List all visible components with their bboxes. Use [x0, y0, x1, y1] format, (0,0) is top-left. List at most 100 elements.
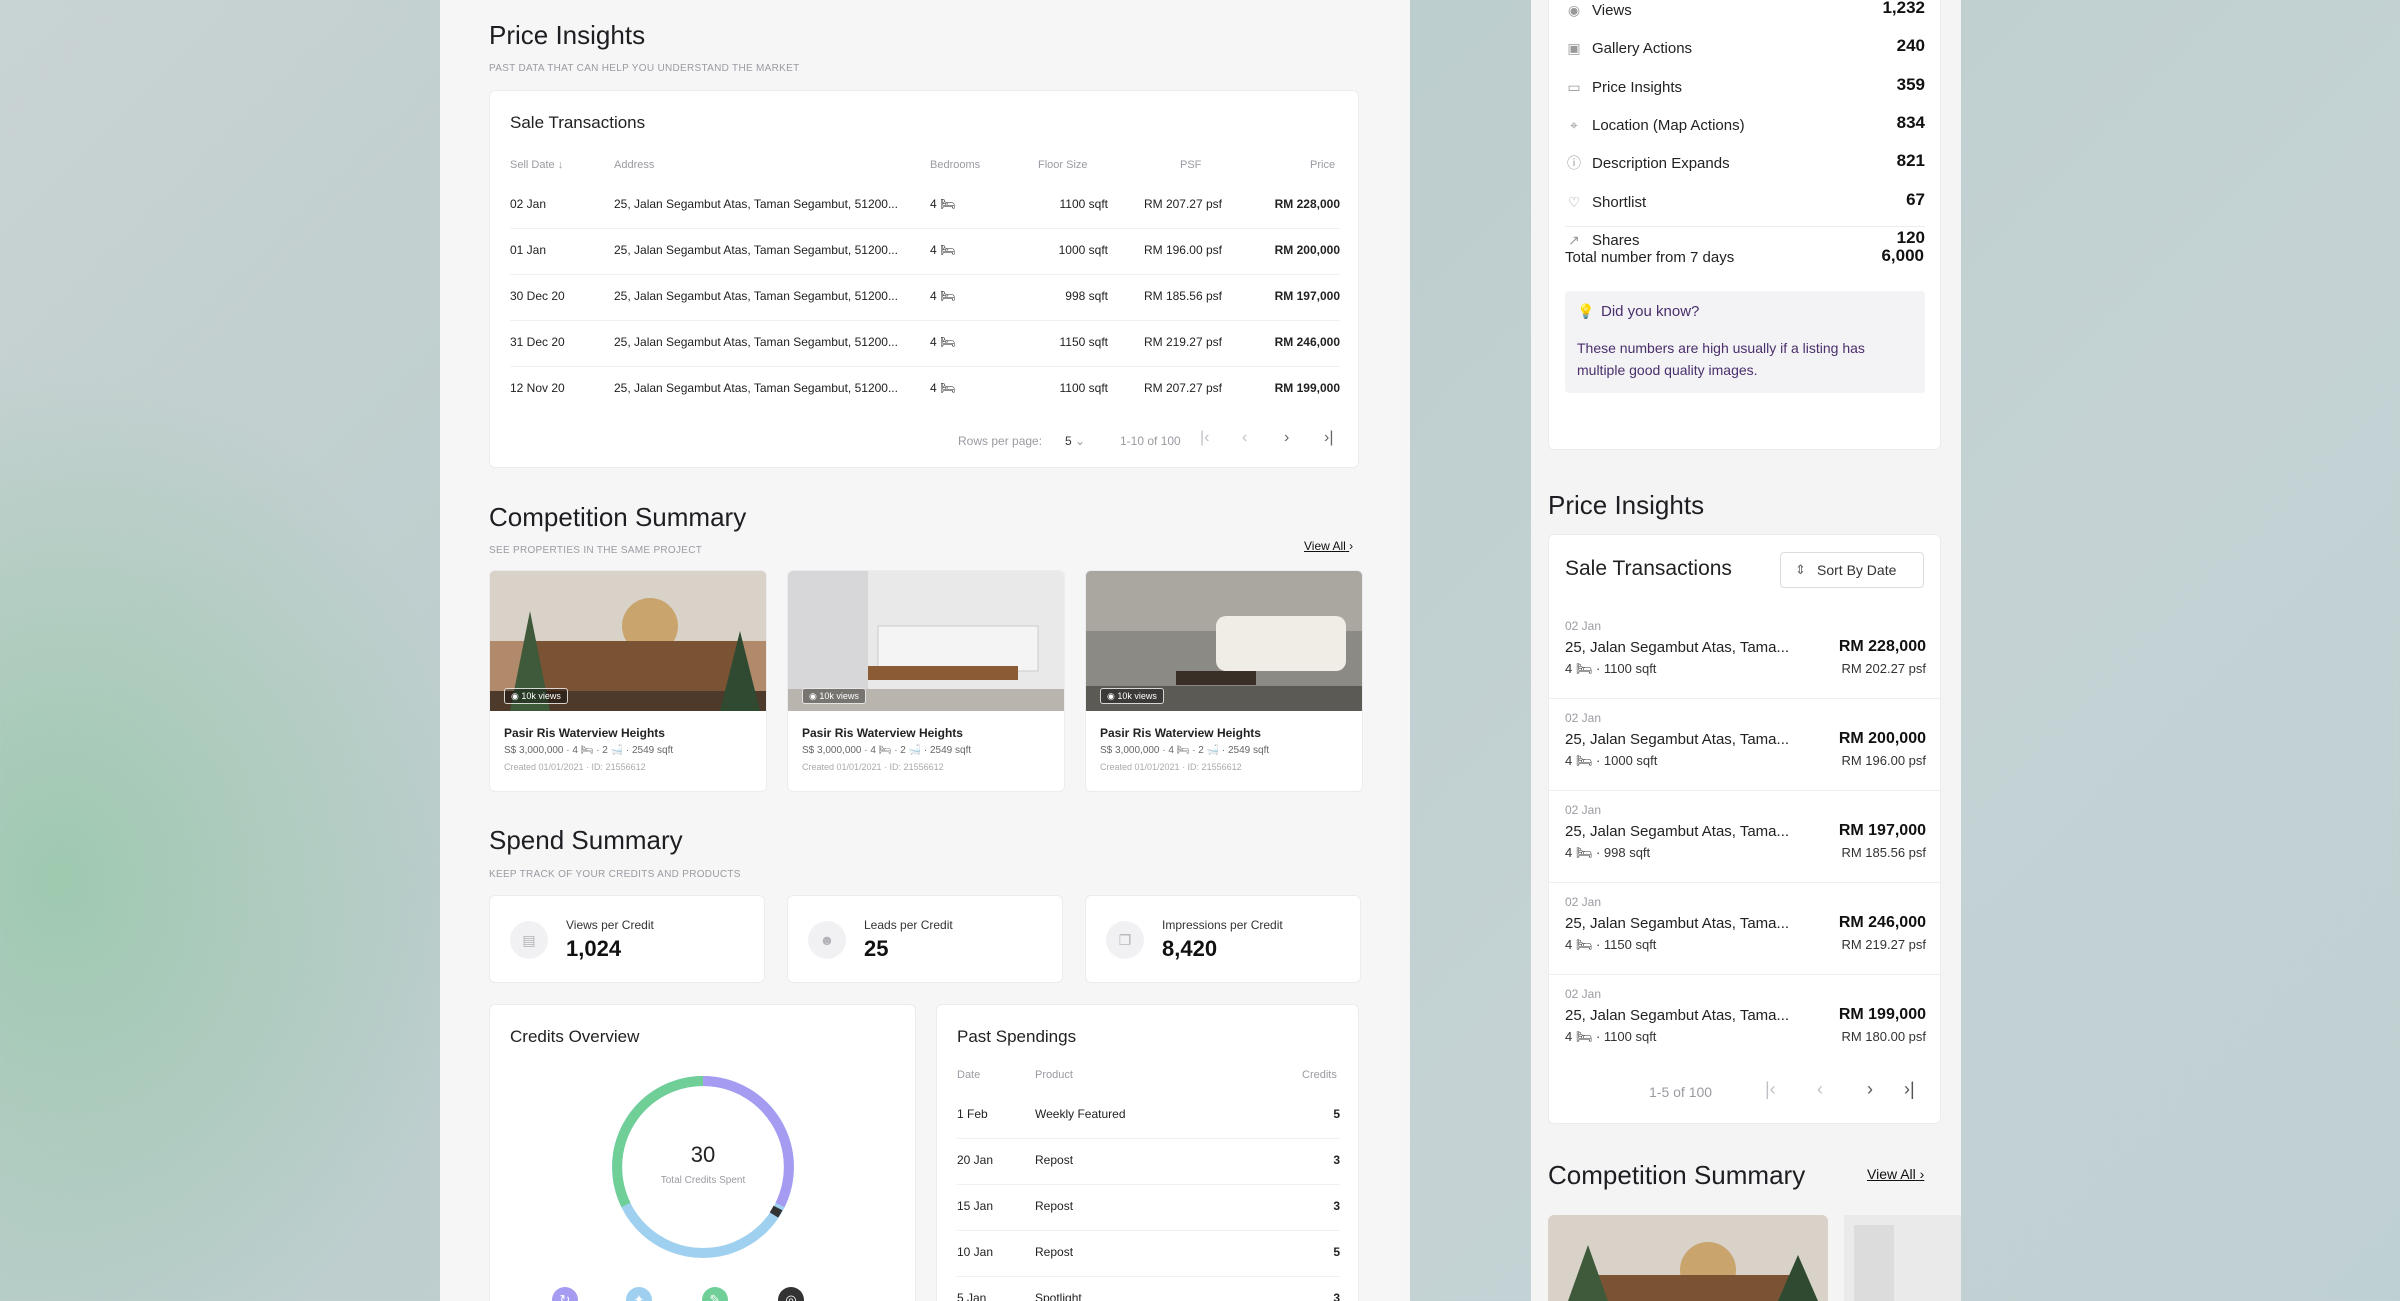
right-view-all-link[interactable]: View All › [1867, 1166, 1924, 1182]
eye-icon: ◉ [1567, 2, 1581, 18]
past-spendings-title: Past Spendings [957, 1027, 1077, 1046]
table-row[interactable]: 31 Dec 20 25, Jalan Segambut Atas, Taman … [510, 321, 1340, 367]
address: 25, Jalan Segambut Atas, Taman Segambut,… [614, 243, 898, 257]
total-value: 6,000 [1881, 246, 1924, 265]
document-icon: ▤ [510, 921, 548, 959]
spend-date: 10 Jan [957, 1245, 994, 1259]
competition-subtitle: SEE PROPERTIES IN THE SAME PROJECT [489, 545, 703, 556]
first-page-icon[interactable]: |‹ [1765, 1079, 1776, 1100]
metric-location-map-actions: ⌖ Location (Map Actions) 834 [1565, 113, 1925, 137]
listing-card[interactable]: ◉ 10k views Pasir Ris Waterview Heights … [489, 570, 767, 792]
tx-price: RM 199,000 [1838, 1006, 1926, 1023]
repost-legend-icon: ↻ [552, 1287, 578, 1301]
table-row[interactable]: 30 Dec 20 25, Jalan Segambut Atas, Taman … [510, 275, 1340, 321]
metric-label: Price Insights [1592, 78, 1683, 96]
other-legend-icon: ◎ [778, 1287, 804, 1301]
bed-icon: 🛏 [940, 289, 956, 303]
tx-meta: 4 🛏 · 1000 sqft [1565, 753, 1658, 768]
address: 25, Jalan Segambut Atas, Taman Segambut,… [614, 381, 898, 395]
transaction-item[interactable]: 02 Jan 25, Jalan Segambut Atas, Tama... 4 … [1549, 791, 1942, 883]
first-page-icon[interactable]: |‹ [1200, 429, 1209, 447]
rows-per-page-select[interactable]: 5 ⌄ [1065, 434, 1085, 448]
floor-size: 998 sqft [1065, 289, 1108, 303]
spotlight-legend-icon: ✎ [702, 1287, 728, 1301]
spend-credits: 5 [1333, 1107, 1340, 1121]
credits-overview-card: Credits Overview 30 Total Credits Spent … [489, 1004, 916, 1301]
total-label: Total number from 7 days [1565, 249, 1735, 266]
right-listing-photo[interactable] [1844, 1215, 1961, 1301]
metric-value: 240 [1896, 36, 1925, 56]
tx-price: RM 197,000 [1838, 822, 1926, 839]
tip-title: Did you know? [1601, 303, 1700, 320]
sell-date: 01 Jan [510, 243, 547, 257]
spending-row: 10 Jan Repost 5 [957, 1231, 1340, 1277]
chevron-right-icon: › [1349, 539, 1354, 553]
spend-product: Spotlight [1035, 1291, 1082, 1301]
transaction-item[interactable]: 02 Jan 25, Jalan Segambut Atas, Tama... 4 … [1549, 607, 1942, 699]
spend-credits: 5 [1333, 1245, 1340, 1259]
sell-date: 12 Nov 20 [510, 381, 565, 395]
pagination-range: 1-10 of 100 [1120, 434, 1181, 448]
right-sale-transactions-card: Sale Transactions ⇕ Sort By Date 02 Jan 2… [1548, 534, 1942, 1124]
col-credits: Credits [1302, 1069, 1337, 1081]
sell-date: 31 Dec 20 [510, 335, 565, 349]
metric-value: 67 [1906, 189, 1925, 209]
next-page-icon[interactable]: › [1867, 1079, 1873, 1100]
floor-size: 1000 sqft [1058, 243, 1108, 257]
metric-label: Gallery Actions [1592, 40, 1693, 58]
last-page-icon[interactable]: ›| [1324, 429, 1333, 447]
past-spendings-card: Past Spendings Date Product Credits 1 Fe… [936, 1004, 1359, 1301]
metric-views: ◉ Views 1,232 [1565, 0, 1925, 22]
spend-product: Repost [1035, 1245, 1074, 1259]
tx-meta: 4 🛏 · 1100 sqft [1565, 1029, 1657, 1044]
address: 25, Jalan Segambut Atas, Taman Segambut,… [614, 289, 898, 303]
stat-value: 8,420 [1162, 936, 1218, 961]
table-row[interactable]: 01 Jan 25, Jalan Segambut Atas, Taman Seg… [510, 229, 1340, 275]
tx-psf: RM 196.00 psf [1841, 753, 1926, 768]
tx-address: 25, Jalan Segambut Atas, Tama... [1565, 915, 1790, 932]
sort-icon: ⇕ [1795, 562, 1806, 577]
spending-row: 15 Jan Repost 3 [957, 1185, 1340, 1231]
next-page-icon[interactable]: › [1284, 429, 1289, 447]
listing-meta: S$ 3,000,000 · 4 🛏 · 2 🛁 · 2549 sqft [1100, 745, 1270, 756]
metric-value: 1,232 [1882, 0, 1925, 17]
sort-by-date-button[interactable]: ⇕ Sort By Date [1780, 552, 1924, 588]
competition-title: Competition Summary [489, 502, 747, 532]
psf: RM 219.27 psf [1143, 335, 1222, 349]
last-page-icon[interactable]: ›| [1904, 1079, 1915, 1100]
listing-card[interactable]: ◉ 10k views Pasir Ris Waterview Heights … [1085, 570, 1363, 792]
transaction-item[interactable]: 02 Jan 25, Jalan Segambut Atas, Tama... 4 … [1549, 883, 1942, 975]
floor-size: 1150 sqft [1059, 335, 1108, 349]
tx-psf: RM 202.27 psf [1841, 661, 1926, 676]
stat-card-views: ▤ Views per Credit 1,024 [489, 895, 765, 983]
stat-card-leads: ☻ Leads per Credit 25 [787, 895, 1063, 983]
listing-created: Created 01/01/2021 · ID: 21556612 [1100, 762, 1242, 772]
spend-date: 5 Jan [957, 1291, 987, 1301]
tx-date: 02 Jan [1565, 987, 1602, 1001]
competition-view-all-link[interactable]: View All › [1304, 539, 1353, 553]
metric-price-insights: ▭ Price Insights 359 [1565, 75, 1925, 99]
transaction-item[interactable]: 02 Jan 25, Jalan Segambut Atas, Tama... 4 … [1549, 699, 1942, 791]
tx-meta: 4 🛏 · 1100 sqft [1565, 661, 1657, 676]
table-row[interactable]: 12 Nov 20 25, Jalan Segambut Atas, Taman … [510, 367, 1340, 413]
listing-card[interactable]: ◉ 10k views Pasir Ris Waterview Heights … [787, 570, 1065, 792]
tx-date: 02 Jan [1565, 803, 1602, 817]
right-listing-photo[interactable] [1548, 1215, 1828, 1301]
users-icon: ☻ [808, 921, 846, 959]
right-price-insights-title: Price Insights [1548, 490, 1705, 520]
spending-row: 1 Feb Weekly Featured 5 [957, 1093, 1340, 1139]
tx-price: RM 200,000 [1838, 730, 1926, 747]
psf: RM 196.00 psf [1143, 243, 1222, 257]
bedrooms: 4 🛏 [930, 381, 956, 395]
transaction-item[interactable]: 02 Jan 25, Jalan Segambut Atas, Tama... 4 … [1549, 975, 1942, 1067]
tx-psf: RM 219.27 psf [1841, 937, 1926, 952]
right-pagination-range: 1-5 of 100 [1649, 1084, 1713, 1100]
prev-page-icon[interactable]: ‹ [1817, 1079, 1823, 1100]
share-icon: ↗ [1568, 231, 1580, 248]
prev-page-icon[interactable]: ‹ [1242, 429, 1247, 447]
sort-arrow-icon: ↓ [557, 159, 564, 171]
table-row[interactable]: 02 Jan 25, Jalan Segambut Atas, Taman Seg… [510, 183, 1340, 229]
listing-name: Pasir Ris Waterview Heights [802, 726, 963, 740]
chevron-right-icon: › [1919, 1166, 1925, 1182]
col-sell-date[interactable]: Sell Date ↓ [510, 159, 563, 171]
